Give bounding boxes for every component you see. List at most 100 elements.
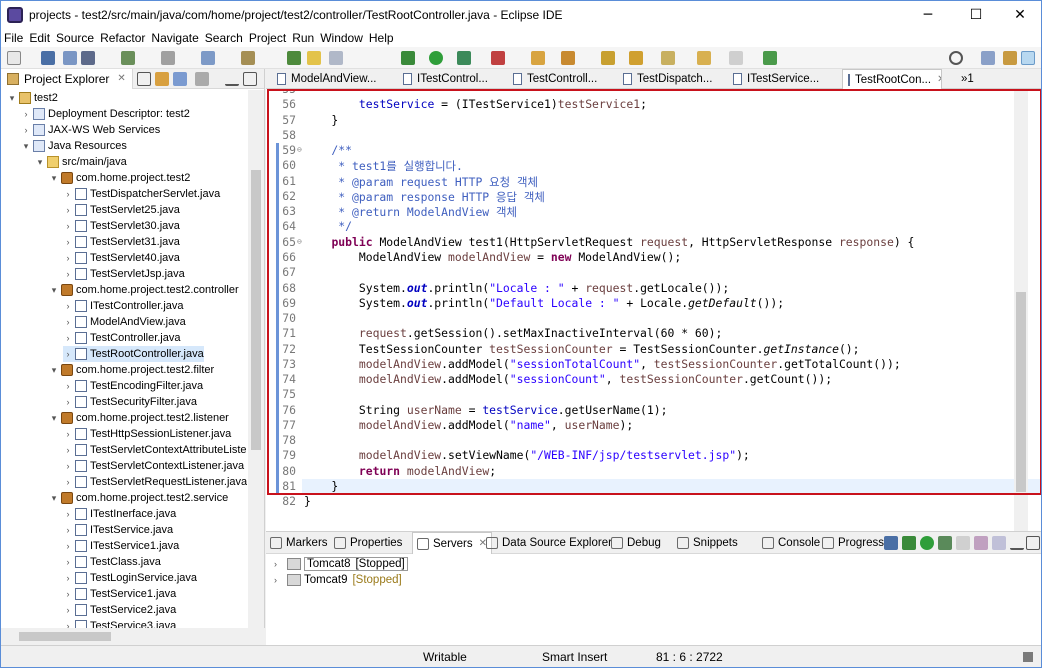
expand-toggle-icon[interactable]: › xyxy=(63,378,73,394)
external-tools-icon[interactable] xyxy=(491,51,505,65)
collapse-all-icon[interactable] xyxy=(137,72,151,86)
maximize-button[interactable]: ☐ xyxy=(953,1,999,29)
minimize-panel-icon[interactable] xyxy=(1010,536,1024,550)
tab-console[interactable]: Console xyxy=(762,532,820,554)
tree-item[interactable]: ▾ com.home.project.test2.service xyxy=(49,490,228,506)
debug-server-icon[interactable] xyxy=(902,536,916,550)
expand-toggle-icon[interactable]: › xyxy=(63,202,73,218)
save-all-icon[interactable] xyxy=(63,51,77,65)
previous-annotation-icon[interactable] xyxy=(629,51,643,65)
fold-toggle-icon[interactable]: ⊖ xyxy=(297,145,302,154)
run-icon[interactable] xyxy=(429,51,443,65)
mark-occurrences-icon[interactable] xyxy=(307,51,321,65)
expand-toggle-icon[interactable]: › xyxy=(63,218,73,234)
disconnect-icon[interactable] xyxy=(992,536,1006,550)
tree-item[interactable]: › TestClass.java xyxy=(63,554,161,570)
close-tab-icon[interactable]: ✕ xyxy=(937,74,941,85)
tree-item[interactable]: › TestServletContextListener.java xyxy=(63,458,244,474)
scrollbar-thumb[interactable] xyxy=(251,170,261,450)
tree-item[interactable]: › TestService3.java xyxy=(63,618,176,628)
scrollbar-thumb[interactable] xyxy=(1016,292,1026,492)
expand-toggle-icon[interactable]: › xyxy=(21,106,31,122)
tree-item[interactable]: › TestServlet31.java xyxy=(63,234,180,250)
expand-toggle-icon[interactable]: ▾ xyxy=(49,490,59,506)
tab-project-explorer[interactable]: Project Explorer ✕ xyxy=(1,68,133,89)
build-icon[interactable] xyxy=(161,51,175,65)
tree-item[interactable]: › ModelAndView.java xyxy=(63,314,186,330)
tree-item[interactable]: › TestRootController.java xyxy=(63,346,204,362)
back-icon[interactable] xyxy=(697,51,711,65)
tree-item[interactable]: › Deployment Descriptor: test2 xyxy=(21,106,190,122)
menu-help[interactable]: Help xyxy=(366,31,397,45)
tab-debug[interactable]: Debug xyxy=(611,532,661,554)
tab-markers[interactable]: Markers xyxy=(270,532,328,554)
expand-toggle-icon[interactable]: › xyxy=(63,234,73,250)
view-menu-icon[interactable] xyxy=(195,72,209,86)
open-type-icon[interactable] xyxy=(241,51,255,65)
expand-toggle-icon[interactable]: › xyxy=(63,618,73,628)
pin-editor-icon[interactable] xyxy=(763,51,777,65)
expand-toggle-icon[interactable]: › xyxy=(274,559,284,569)
tree-item[interactable]: › TestServletContextAttributeListe xyxy=(63,442,247,458)
maximize-view-icon[interactable] xyxy=(243,72,257,86)
expand-toggle-icon[interactable]: › xyxy=(63,426,73,442)
tab-progress[interactable]: Progress xyxy=(822,532,884,554)
editor-tab[interactable]: ModelAndView... xyxy=(272,69,392,89)
expand-toggle-icon[interactable]: › xyxy=(63,250,73,266)
editor-tab[interactable]: »1 xyxy=(956,69,980,89)
print-icon[interactable] xyxy=(81,51,95,65)
server-item[interactable]: › Tomcat8 [Stopped] xyxy=(274,556,408,572)
expand-toggle-icon[interactable]: › xyxy=(63,554,73,570)
editor-tab[interactable]: ITestService... xyxy=(728,69,832,89)
expand-toggle-icon[interactable]: › xyxy=(63,458,73,474)
expand-toggle-icon[interactable]: ▾ xyxy=(7,90,17,106)
stop-server-icon[interactable] xyxy=(956,536,970,550)
tree-item[interactable]: ▾ Java Resources xyxy=(21,138,127,154)
menu-refactor[interactable]: Refactor xyxy=(97,31,148,45)
tree-item[interactable]: › TestServlet30.java xyxy=(63,218,180,234)
tree-item[interactable]: › TestService1.java xyxy=(63,586,176,602)
tree-item[interactable]: › TestServletJsp.java xyxy=(63,266,185,282)
tree-item[interactable]: › TestServlet40.java xyxy=(63,250,180,266)
publish-icon[interactable] xyxy=(974,536,988,550)
menu-run[interactable]: Run xyxy=(289,31,317,45)
debug-icon[interactable] xyxy=(401,51,415,65)
new-package-icon[interactable] xyxy=(561,51,575,65)
expand-toggle-icon[interactable]: ▾ xyxy=(35,154,45,170)
tree-item[interactable]: ▾ src/main/java xyxy=(35,154,127,170)
menu-source[interactable]: Source xyxy=(53,31,97,45)
java-ee-perspective-icon[interactable] xyxy=(1003,51,1017,65)
editor-tab[interactable]: TestRootCon... ✕ xyxy=(842,69,942,89)
tree-item[interactable]: ▾ test2 xyxy=(7,90,58,106)
expand-toggle-icon[interactable]: › xyxy=(63,186,73,202)
tree-item[interactable]: ▾ com.home.project.test2 xyxy=(49,170,190,186)
new-icon[interactable] xyxy=(7,51,21,65)
close-button[interactable]: ✕ xyxy=(997,1,1041,29)
scrollbar-thumb[interactable] xyxy=(19,632,111,641)
coverage-icon[interactable] xyxy=(457,51,471,65)
next-annotation-icon[interactable] xyxy=(601,51,615,65)
expand-toggle-icon[interactable]: › xyxy=(63,506,73,522)
expand-toggle-icon[interactable]: ▾ xyxy=(49,282,59,298)
menu-project[interactable]: Project xyxy=(246,31,289,45)
expand-toggle-icon[interactable]: › xyxy=(63,522,73,538)
expand-toggle-icon[interactable]: › xyxy=(274,575,284,585)
expand-toggle-icon[interactable]: › xyxy=(63,602,73,618)
tab-snippets[interactable]: Snippets xyxy=(677,532,738,554)
save-icon[interactable] xyxy=(41,51,55,65)
link-editor-icon[interactable] xyxy=(155,72,169,86)
tree-item[interactable]: › ITestService1.java xyxy=(63,538,179,554)
tree-horizontal-scrollbar[interactable] xyxy=(1,628,265,645)
profile-server-icon[interactable] xyxy=(938,536,952,550)
tree-vertical-scrollbar[interactable] xyxy=(248,90,264,628)
tree-item[interactable]: › TestServlet25.java xyxy=(63,202,180,218)
open-perspective-icon[interactable] xyxy=(981,51,995,65)
expand-toggle-icon[interactable]: › xyxy=(63,346,73,362)
tab-data-source-explorer[interactable]: Data Source Explorer xyxy=(486,532,612,554)
server-item[interactable]: › Tomcat9 [Stopped] xyxy=(274,572,402,588)
tree-item[interactable]: › ITestService.java xyxy=(63,522,173,538)
new-java-project-icon[interactable] xyxy=(531,51,545,65)
code-area[interactable]: 55 TestService1 testService1 = new TestS… xyxy=(266,90,1041,531)
menu-search[interactable]: Search xyxy=(202,31,246,45)
expand-toggle-icon[interactable]: › xyxy=(63,266,73,282)
